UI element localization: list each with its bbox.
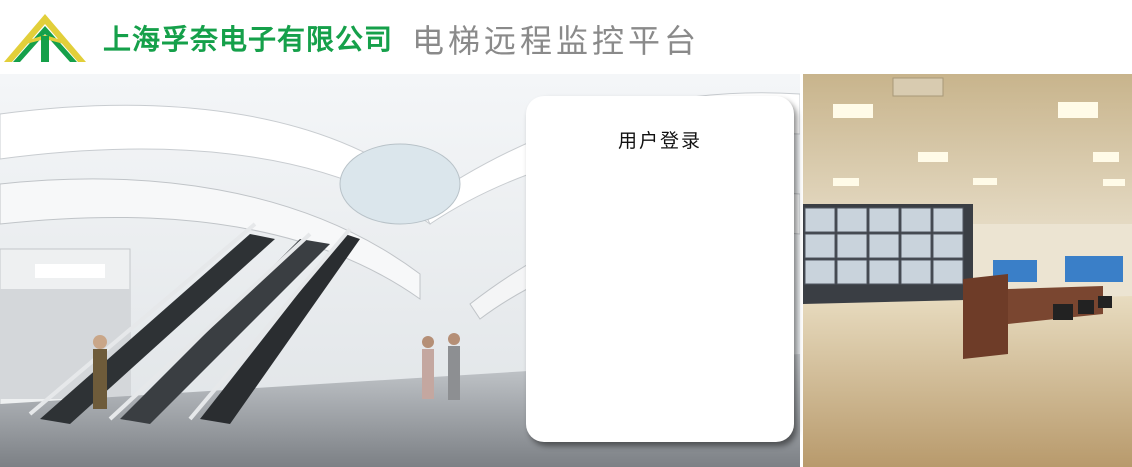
company-name: 上海孚奈电子有限公司 bbox=[103, 23, 394, 56]
platform-title: 电梯远程监控平台 bbox=[412, 22, 701, 60]
control-room-photo bbox=[803, 74, 1132, 467]
header: 上海孚奈电子有限公司 电梯远程监控平台 bbox=[0, 0, 1132, 72]
login-title: 用户登录 bbox=[617, 130, 702, 152]
company-logo bbox=[4, 14, 86, 62]
login-panel: 用户登录 bbox=[526, 96, 794, 442]
